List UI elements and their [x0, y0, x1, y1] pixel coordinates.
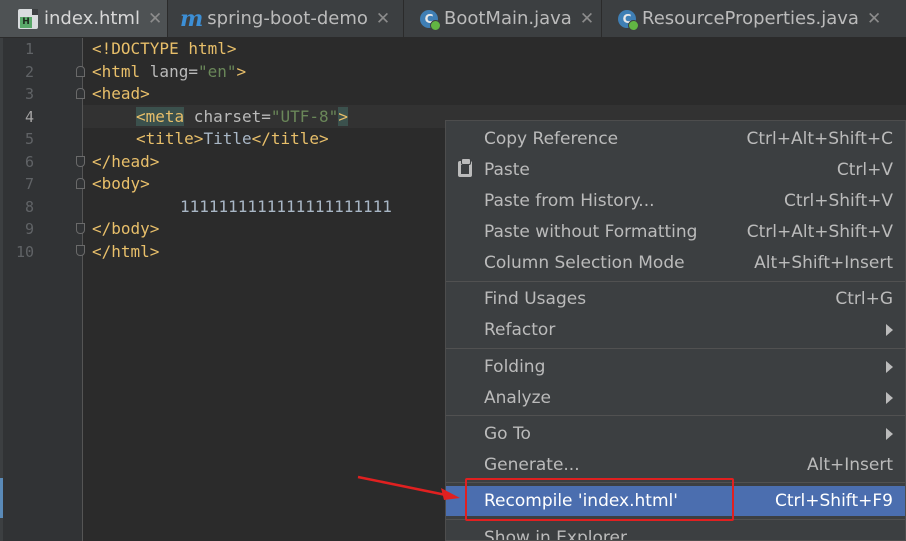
red-arrow-annotation: [357, 475, 460, 500]
